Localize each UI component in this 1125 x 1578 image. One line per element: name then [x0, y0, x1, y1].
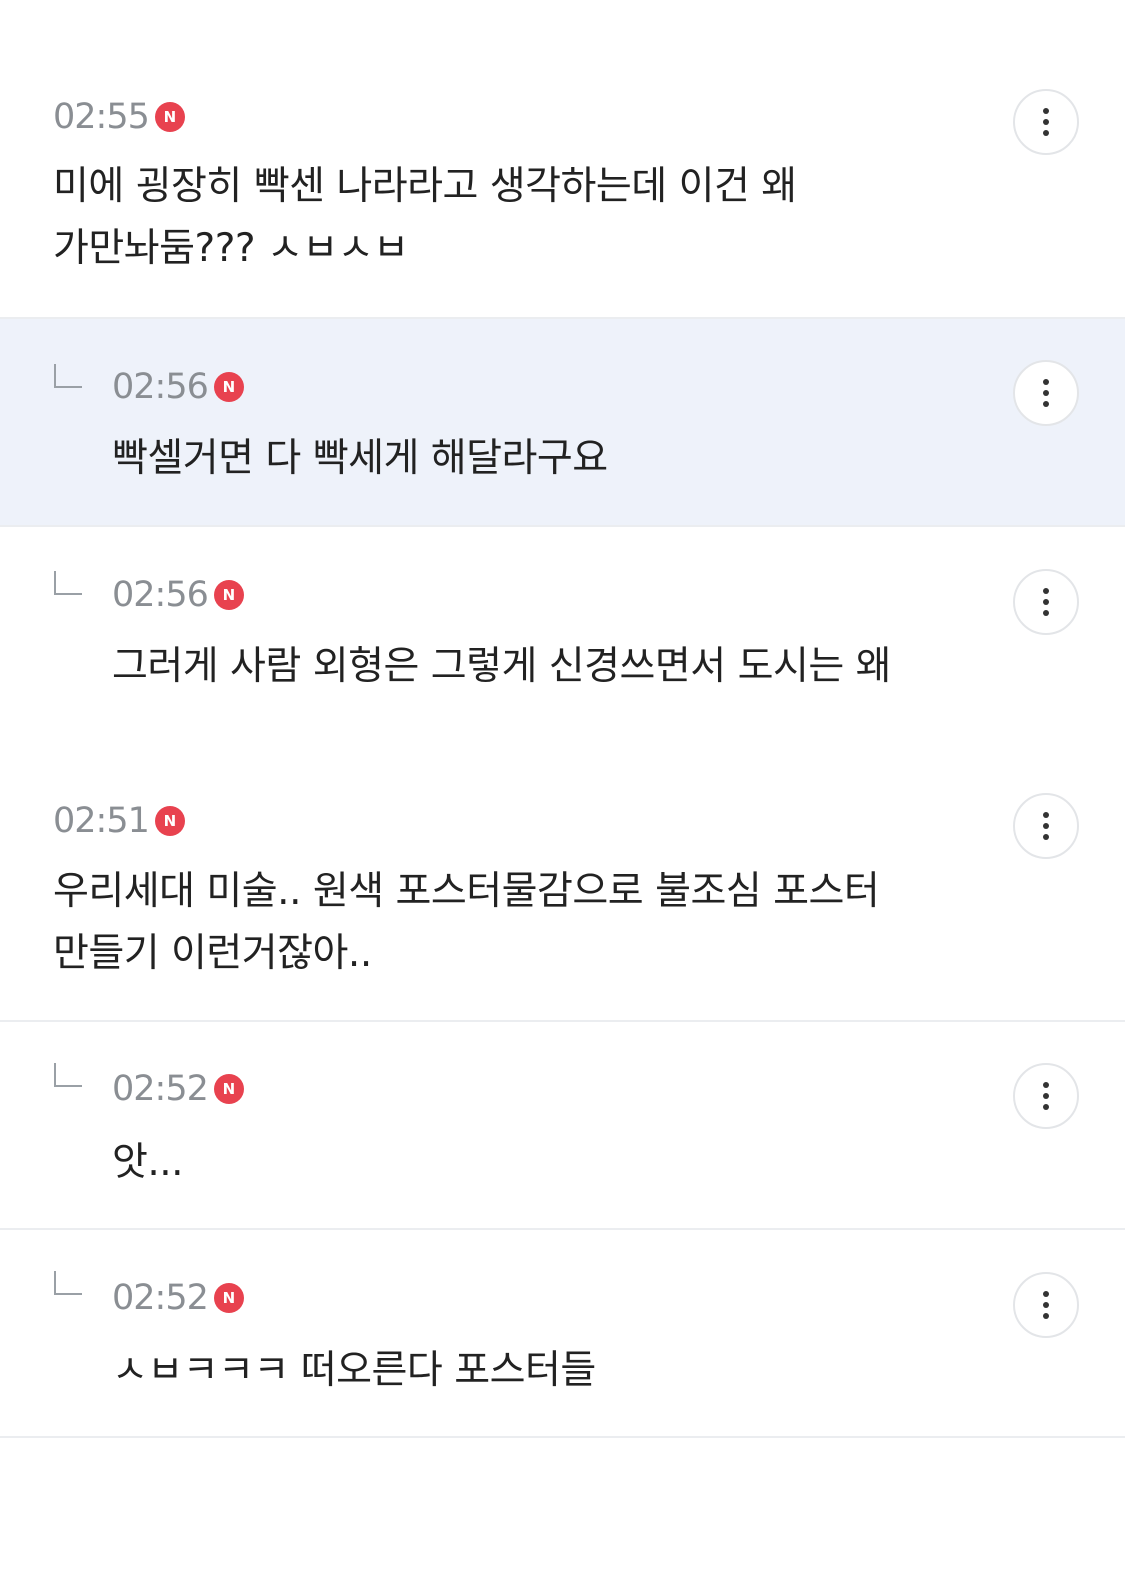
comment-text: 앗... [112, 1140, 184, 1185]
more-dots-icon-dot [1043, 610, 1049, 616]
more-dots-icon [1043, 379, 1049, 385]
reply-comment-item: 02:52 N ㅅㅂㅋㅋㅋ 떠오른다 포스터들 [0, 1230, 1125, 1436]
more-dots-icon-dot [1043, 1093, 1049, 1099]
new-badge-icon: N [154, 102, 185, 132]
more-options-button[interactable] [1013, 360, 1079, 426]
comment-item: 02:55 N 미에 굉장히 빡센 나라라고 생각하는데 이건 왜 가만놔둠??… [0, 0, 1125, 318]
more-dots-icon-dot [1043, 599, 1049, 605]
more-options-button[interactable] [1013, 1272, 1079, 1338]
comment-text: 우리세대 미술.. 원색 포스터물감으로 불조심 포스터 만들기 이런거잖아.. [53, 869, 880, 976]
reply-comment-item: 02:52 N 앗... [0, 1022, 1125, 1228]
divider [0, 1436, 1125, 1438]
more-dots-icon-dot [1043, 119, 1049, 125]
reply-comment-item: 02:56 N 빡셀거면 다 빡세게 해달라구요 [0, 319, 1125, 525]
comment-timestamp: 02:51 [53, 801, 150, 841]
more-dots-icon-dot [1043, 1302, 1049, 1308]
more-options-button[interactable] [1013, 1063, 1079, 1129]
more-options-button[interactable] [1013, 793, 1079, 859]
reply-arrow-icon [54, 571, 82, 595]
reply-arrow-icon [54, 364, 82, 388]
reply-comment-item: 02:56 N 그러게 사람 외형은 그렇게 신경쓰면서 도시는 왜 [0, 527, 1125, 757]
new-badge-icon: N [213, 580, 244, 610]
comment-meta: 02:52 N [112, 1067, 244, 1111]
more-dots-icon-dot [1043, 390, 1049, 396]
comment-timestamp: 02:55 [53, 97, 150, 137]
comment-text: 빡셀거면 다 빡세게 해달라구요 [112, 436, 608, 481]
comment-meta: 02:56 N [112, 365, 244, 409]
more-dots-icon-dot [1043, 1104, 1049, 1110]
more-dots-icon [1043, 108, 1049, 114]
new-badge-icon: N [154, 806, 185, 836]
comment-timestamp: 02:56 [112, 575, 209, 615]
more-dots-icon [1043, 588, 1049, 594]
reply-arrow-icon [54, 1271, 82, 1295]
comment-timestamp: 02:52 [112, 1278, 209, 1318]
more-dots-icon-dot [1043, 834, 1049, 840]
more-dots-icon [1043, 1082, 1049, 1088]
comment-meta: 02:56 N [112, 573, 244, 617]
new-badge-icon: N [213, 1283, 244, 1313]
comment-text: ㅅㅂㅋㅋㅋ 떠오른다 포스터들 [112, 1348, 596, 1393]
more-dots-icon-dot [1043, 401, 1049, 407]
comment-meta: 02:55 N [53, 95, 185, 139]
comment-timestamp: 02:52 [112, 1069, 209, 1109]
more-dots-icon-dot [1043, 1313, 1049, 1319]
more-dots-icon-dot [1043, 823, 1049, 829]
comment-meta: 02:51 N [53, 799, 185, 843]
more-dots-icon [1043, 1291, 1049, 1297]
more-options-button[interactable] [1013, 89, 1079, 155]
new-badge-icon: N [213, 372, 244, 402]
more-dots-icon [1043, 812, 1049, 818]
comment-text: 그러게 사람 외형은 그렇게 신경쓰면서 도시는 왜 [112, 644, 891, 689]
reply-arrow-icon [54, 1063, 82, 1087]
comment-timestamp: 02:56 [112, 367, 209, 407]
comment-meta: 02:52 N [112, 1276, 244, 1320]
comment-item: 02:51 N 우리세대 미술.. 원색 포스터물감으로 불조심 포스터 만들기… [0, 757, 1125, 1020]
more-options-button[interactable] [1013, 569, 1079, 635]
more-dots-icon-dot [1043, 130, 1049, 136]
new-badge-icon: N [213, 1074, 244, 1104]
comment-text: 미에 굉장히 빡센 나라라고 생각하는데 이건 왜 가만놔둠??? ㅅㅂㅅㅂ [53, 164, 797, 271]
